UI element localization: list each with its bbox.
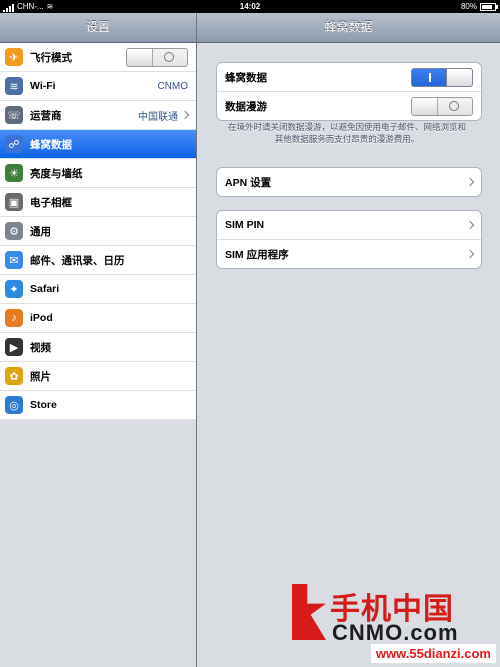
status-time: 14:02 [239,2,261,11]
detail-pane: 蜂窝数据 蜂窝数据 数据漫游 在境外时请关闭数据漫游，以避免因使用电子邮件、网络… [197,13,500,667]
sidebar-item[interactable]: ♪ iPod [0,304,196,333]
sidebar-item-label: 视频 [30,341,51,354]
sim-apps-row[interactable]: SIM 应用程序 [217,240,481,268]
cellular-group: 蜂窝数据 数据漫游 [216,62,482,121]
sidebar-item-label: Store [30,399,57,411]
sidebar-item[interactable]: ✿ 照片 [0,362,196,391]
safari-icon: ✦ [5,280,23,298]
sidebar-item[interactable]: ☍ 蜂窝数据 [0,130,196,159]
gear-icon: ⚙ [5,222,23,240]
roaming-footnote: 在境外时请关闭数据漫游，以避免因使用电子邮件、网络浏览和其他数据服务而支付昂贵的… [227,122,466,144]
phone-icon: ☏ [5,106,23,124]
chevron-right-icon [465,220,475,230]
cnmo-logo-icon [292,584,326,640]
cellular-icon: ☍ [5,135,23,153]
battery-percent: 80% [460,2,477,11]
airplane-icon: ✈ [5,48,23,66]
watermark-brand-en: CNMO.com [332,620,459,645]
brightness-icon: ☀ [5,164,23,182]
detail-title: 蜂窝数据 [197,13,500,43]
battery-icon [480,3,498,11]
video-icon: ▶ [5,338,23,356]
cellular-data-toggle[interactable] [411,68,473,87]
sim-pin-label: SIM PIN [225,219,265,231]
sidebar-item-value: CNMO [157,80,188,92]
sidebar-item[interactable]: ✦ Safari [0,275,196,304]
sidebar-item-label: Wi-Fi [30,80,56,92]
store-icon: ◎ [5,396,23,414]
sidebar-item-label: 运营商 [30,109,62,122]
sidebar-item[interactable]: ≋ Wi-Fi CNMO [0,72,196,101]
chevron-right-icon [465,249,475,259]
sidebar-item[interactable]: ▣ 电子相框 [0,188,196,217]
chevron-right-icon [465,177,475,187]
sidebar-item[interactable]: ✈ 飞行模式 [0,43,196,72]
sidebar-item-label: 邮件、通讯录、日历 [30,254,125,267]
settings-sidebar: 设置 ✈ 飞行模式 ≋ Wi-Fi CNMO ☏ 运营商 中国联通 ☍ 蜂窝数据 ☀ 亮度与墙纸 ▣ 电子… [0,13,197,667]
sidebar-item-label: 亮度与墙纸 [30,167,83,180]
sidebar-item[interactable]: ⚙ 通用 [0,217,196,246]
sidebar-title: 设置 [0,13,196,43]
sidebar-item-label: iPod [30,312,53,324]
apn-group: APN 设置 [216,167,482,197]
sidebar-item-label: 照片 [30,370,51,383]
sidebar-item[interactable]: ◎ Store [0,391,196,420]
status-bar: CHN-... ≋ 14:02 80% [0,0,500,13]
sim-group: SIM PIN SIM 应用程序 [216,210,482,269]
data-roaming-toggle[interactable] [411,97,473,116]
sidebar-item[interactable]: ☀ 亮度与墙纸 [0,159,196,188]
cnmo-watermark: 手机中国 CNMO.com www.55dianzi.com [292,584,500,667]
sidebar-item[interactable]: ✉ 邮件、通讯录、日历 [0,246,196,275]
apn-settings-row[interactable]: APN 设置 [217,168,481,196]
sidebar-item[interactable]: ▶ 视频 [0,333,196,362]
sidebar-item[interactable]: ☏ 运营商 中国联通 [0,101,196,130]
toggle-knob [127,49,153,66]
sidebar-item-value: 中国联通 [138,111,178,123]
wifi-icon: ≋ [5,77,23,95]
sidebar-item-label: 电子相框 [30,196,72,209]
airplane-mode-toggle[interactable] [126,48,188,67]
sim-pin-row[interactable]: SIM PIN [217,211,481,240]
ipod-icon: ♪ [5,309,23,327]
sidebar-item-label: Safari [30,283,60,295]
picture-frame-icon: ▣ [5,193,23,211]
sidebar-item-label: 蜂窝数据 [30,138,72,151]
chevron-right-icon [180,110,190,120]
toggle-off-indicator [164,52,174,62]
sim-apps-label: SIM 应用程序 [225,248,289,261]
mail-icon: ✉ [5,251,23,269]
settings-list: ✈ 飞行模式 ≋ Wi-Fi CNMO ☏ 运营商 中国联通 ☍ 蜂窝数据 ☀ 亮度与墙纸 ▣ 电子相框 ⚙… [0,43,196,420]
data-roaming-row[interactable]: 数据漫游 [217,92,481,120]
cellular-data-row[interactable]: 蜂窝数据 [217,63,481,92]
sidebar-item-label: 通用 [30,225,51,238]
watermark-site: www.55dianzi.com [370,644,496,663]
photos-icon: ✿ [5,367,23,385]
apn-settings-label: APN 设置 [225,176,272,189]
